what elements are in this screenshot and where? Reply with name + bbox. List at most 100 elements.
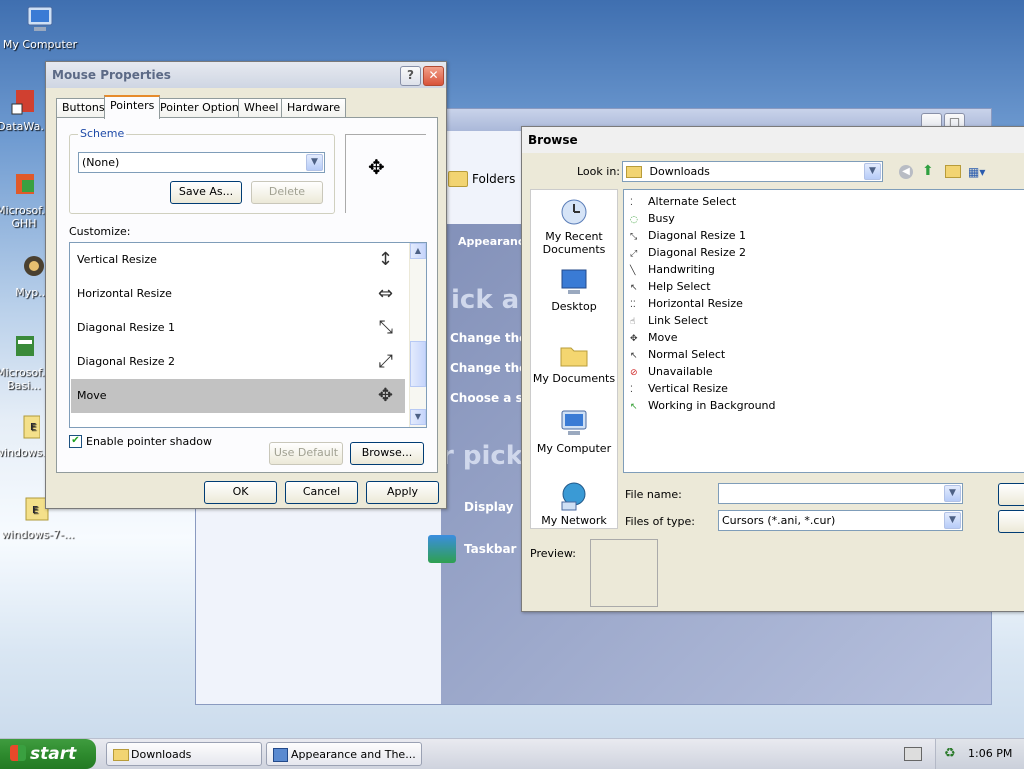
scroll-thumb[interactable] bbox=[410, 341, 426, 387]
tab-buttons[interactable]: Buttons bbox=[56, 98, 111, 117]
scroll-up-button[interactable]: ▲ bbox=[410, 243, 426, 259]
folder-icon bbox=[113, 749, 129, 761]
look-in-select[interactable]: Downloads ▼ bbox=[622, 161, 883, 182]
place-label: My Recent Documents bbox=[542, 230, 606, 256]
customize-label: Customize: bbox=[69, 225, 131, 238]
apply-button[interactable]: Apply bbox=[366, 481, 439, 504]
open-button[interactable] bbox=[998, 483, 1024, 506]
enable-shadow-checkbox[interactable]: ✔ Enable pointer shadow bbox=[69, 435, 212, 448]
chevron-down-icon[interactable]: ▼ bbox=[864, 163, 881, 180]
taskbar-link[interactable]: Taskbar a bbox=[428, 535, 529, 563]
close-button[interactable]: ✕ bbox=[423, 66, 444, 86]
chevron-down-icon[interactable]: ▼ bbox=[944, 512, 961, 529]
tab-hardware[interactable]: Hardware bbox=[281, 98, 347, 117]
use-default-button: Use Default bbox=[269, 442, 343, 465]
mouse-properties-titlebar[interactable]: Mouse Properties ? ✕ bbox=[46, 62, 446, 88]
save-as-button[interactable]: Save As... bbox=[170, 181, 242, 204]
file-name: Working in Background bbox=[648, 399, 776, 412]
file-item[interactable]: ⁚⁚ Horizontal Resize bbox=[630, 295, 743, 312]
cursor-list[interactable]: Vertical Resize ↕ Horizontal Resize ⇔ Di… bbox=[69, 242, 427, 428]
place-my-network[interactable]: My Network bbox=[531, 480, 617, 527]
delete-button: Delete bbox=[251, 181, 323, 204]
desktop-icon-my-computer[interactable]: My Computer bbox=[0, 4, 80, 51]
file-item[interactable]: ╲ Handwriting bbox=[630, 261, 715, 278]
file-item[interactable]: ↖ Working in Background bbox=[630, 397, 776, 414]
file-item[interactable]: ⤢ Diagonal Resize 2 bbox=[630, 244, 746, 261]
file-item[interactable]: ✥ Move bbox=[630, 329, 678, 346]
tab-pointers[interactable]: Pointers bbox=[104, 95, 161, 119]
tab-wheel[interactable]: Wheel bbox=[238, 98, 285, 117]
file-item[interactable]: ↖ Help Select bbox=[630, 278, 711, 295]
preview-box bbox=[590, 539, 658, 607]
file-item[interactable]: ⊘ Unavailable bbox=[630, 363, 713, 380]
browse-dialog[interactable]: Browse Look in: Downloads ▼ ◀ ⬆ ▦▾ My Re… bbox=[521, 126, 1024, 612]
horizontal-resize-icon: ⇔ bbox=[377, 283, 393, 304]
ok-button[interactable]: OK bbox=[204, 481, 277, 504]
browse-button[interactable]: Browse... bbox=[350, 442, 424, 465]
place-my-computer[interactable]: My Computer bbox=[531, 408, 617, 455]
tab-pointer-options[interactable]: Pointer Options bbox=[154, 98, 251, 117]
start-button[interactable]: start bbox=[0, 739, 96, 769]
app-icon bbox=[8, 86, 40, 118]
svg-text:E: E bbox=[30, 422, 36, 433]
scheme-select[interactable]: (None) ▼ bbox=[78, 152, 325, 173]
chevron-down-icon[interactable]: ▼ bbox=[306, 154, 323, 171]
folders-label: Folders bbox=[472, 172, 516, 186]
enable-shadow-label: Enable pointer shadow bbox=[86, 435, 212, 448]
list-scrollbar[interactable]: ▲ ▼ bbox=[409, 243, 426, 427]
task-label: Appearance and The... bbox=[291, 748, 416, 761]
folder-icon: E bbox=[8, 412, 41, 444]
display-label: Display bbox=[464, 500, 514, 514]
list-item[interactable]: Diagonal Resize 1 ⤡ bbox=[71, 311, 405, 345]
cursor-name: Move bbox=[77, 389, 107, 402]
clock[interactable]: 1:06 PM bbox=[968, 747, 1012, 760]
preview-label: Preview: bbox=[530, 547, 576, 560]
files-of-type-value: Cursors (*.ani, *.cur) bbox=[722, 514, 836, 527]
folders-button[interactable]: Folders bbox=[448, 171, 515, 187]
place-my-recent-documents[interactable]: My Recent Documents bbox=[531, 196, 617, 256]
list-item[interactable]: Horizontal Resize ⇔ bbox=[71, 277, 405, 311]
file-item[interactable]: ↖ Normal Select bbox=[630, 346, 725, 363]
up-folder-icon[interactable]: ⬆ bbox=[922, 163, 934, 179]
scroll-down-button[interactable]: ▼ bbox=[410, 409, 426, 425]
file-item[interactable]: ⤡ Diagonal Resize 1 bbox=[630, 227, 746, 244]
cancel-button[interactable] bbox=[998, 510, 1024, 533]
place-label: Desktop bbox=[551, 300, 597, 313]
view-menu-icon[interactable]: ▦▾ bbox=[968, 165, 985, 179]
taskbar-item-downloads[interactable]: Downloads bbox=[106, 742, 262, 766]
cancel-button[interactable]: Cancel bbox=[285, 481, 358, 504]
folder-icon bbox=[626, 166, 642, 178]
app-icon bbox=[8, 170, 40, 202]
computer-icon bbox=[558, 408, 590, 440]
dialog-title: Browse bbox=[528, 133, 578, 147]
browse-titlebar[interactable]: Browse bbox=[522, 127, 1024, 153]
help-button[interactable]: ? bbox=[400, 66, 421, 86]
place-label: My Documents bbox=[532, 372, 616, 385]
checkbox-checked-icon[interactable]: ✔ bbox=[69, 435, 82, 448]
file-item[interactable]: ☝ Link Select bbox=[630, 312, 708, 329]
list-item-selected[interactable]: Move ✥ bbox=[71, 379, 405, 413]
mouse-properties-dialog[interactable]: Mouse Properties ? ✕ Buttons Pointers Po… bbox=[45, 61, 447, 509]
file-list[interactable]: ⁚ Alternate Select ◌ Busy ⤡ Diagonal Resize… bbox=[623, 189, 1024, 473]
cursor-name: Diagonal Resize 2 bbox=[77, 355, 175, 368]
list-item[interactable]: Vertical Resize ↕ bbox=[71, 243, 405, 277]
keyboard-icon[interactable] bbox=[904, 747, 922, 761]
new-folder-icon[interactable] bbox=[945, 165, 961, 178]
place-my-documents[interactable]: My Documents bbox=[531, 338, 617, 385]
file-name-input[interactable]: ▼ bbox=[718, 483, 963, 504]
system-tray: ♻ 1:06 PM bbox=[935, 739, 1024, 769]
file-item[interactable]: ⁚ Vertical Resize bbox=[630, 380, 728, 397]
file-name: Handwriting bbox=[648, 263, 715, 276]
back-icon[interactable]: ◀ bbox=[899, 165, 913, 179]
chevron-down-icon[interactable]: ▼ bbox=[944, 485, 961, 502]
files-of-type-select[interactable]: Cursors (*.ani, *.cur) ▼ bbox=[718, 510, 963, 531]
taskbar-item-appearance[interactable]: Appearance and The... bbox=[266, 742, 422, 766]
place-desktop[interactable]: Desktop bbox=[531, 266, 617, 313]
file-item[interactable]: ◌ Busy bbox=[630, 210, 675, 227]
list-item[interactable]: Diagonal Resize 2 ⤢ bbox=[71, 345, 405, 379]
task-label: Downloads bbox=[131, 748, 192, 761]
file-name: Diagonal Resize 1 bbox=[648, 229, 746, 242]
file-item[interactable]: ⁚ Alternate Select bbox=[630, 193, 736, 210]
scheme-group: Scheme (None) ▼ Save As... Delete bbox=[69, 127, 335, 214]
network-tray-icon[interactable]: ♻ bbox=[944, 746, 956, 761]
